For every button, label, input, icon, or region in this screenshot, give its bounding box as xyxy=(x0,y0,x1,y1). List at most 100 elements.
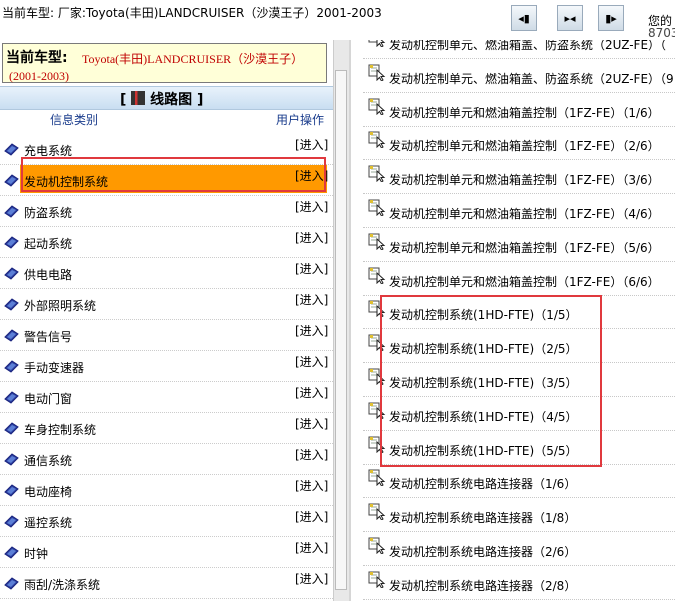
prev-page-button[interactable]: ◂▮ xyxy=(511,5,537,31)
highlight-box-category xyxy=(21,157,326,192)
bracket-close: ] xyxy=(197,92,204,108)
diagram-item[interactable]: 发动机控制单元和燃油箱盖控制（1FZ-FE）（2/6） xyxy=(355,126,675,160)
action-column-title: 用户操作 xyxy=(276,113,325,127)
book-icon xyxy=(4,205,19,218)
enter-link[interactable]: [进入] xyxy=(295,446,328,463)
diagram-item[interactable]: 发动机控制单元和燃油箱盖控制（1FZ-FE）（4/6） xyxy=(355,194,675,228)
category-label: 时钟 xyxy=(24,547,49,561)
book-icon xyxy=(4,546,19,559)
fit-page-button[interactable]: ▸◂ xyxy=(557,5,583,31)
category-label: 车身控制系统 xyxy=(24,423,97,437)
category-label: 电动座椅 xyxy=(24,485,73,499)
vehicle-info-box: 当前车型: Toyota(丰田)LANDCRUISER（沙漠王子） (2001-… xyxy=(2,43,327,83)
row-divider xyxy=(363,599,675,600)
book-icon xyxy=(4,236,19,249)
category-row[interactable]: 时钟 [进入] xyxy=(0,537,333,568)
category-panel: 当前车型: Toyota(丰田)LANDCRUISER（沙漠王子） (2001-… xyxy=(0,40,333,601)
scrollbar-thumb[interactable] xyxy=(335,70,347,590)
category-row[interactable]: 通信系统 [进入] xyxy=(0,444,333,475)
section-title: 线路图 xyxy=(150,92,193,108)
diagram-item[interactable]: 发动机控制系统电路连接器（1/8） xyxy=(355,498,675,532)
book-icon xyxy=(4,422,19,435)
enter-link[interactable]: [进入] xyxy=(295,291,328,308)
diagram-item[interactable]: 发动机控制单元和燃油箱盖控制（1FZ-FE）（6/6） xyxy=(355,262,675,296)
document-pointer-icon xyxy=(368,503,386,520)
document-pointer-icon xyxy=(368,131,386,148)
diagram-label[interactable]: 发动机控制单元、燃油箱盖、防盗系统（2UZ-FE）（ xyxy=(389,40,666,53)
enter-link[interactable]: [进入] xyxy=(295,260,328,277)
panel-divider[interactable] xyxy=(349,40,351,601)
book-icon xyxy=(4,298,19,311)
book-icon xyxy=(4,453,19,466)
document-pointer-icon xyxy=(368,165,386,182)
vehicle-label: 当前车型: xyxy=(6,50,68,66)
book-icon xyxy=(4,329,19,342)
column-header: 信息类别 用户操作 xyxy=(0,110,333,128)
section-header: [ 线路图 ] xyxy=(0,86,333,110)
category-row[interactable]: 手动变速器 [进入] xyxy=(0,351,333,382)
left-scrollbar[interactable] xyxy=(333,40,349,601)
next-page-button[interactable]: ▮▸ xyxy=(598,5,624,31)
category-row[interactable]: 车身控制系统 [进入] xyxy=(0,413,333,444)
book-icon xyxy=(4,484,19,497)
diagram-label[interactable]: 发动机控制单元和燃油箱盖控制（1FZ-FE）（6/6） xyxy=(389,273,660,290)
diagram-label[interactable]: 发动机控制单元、燃油箱盖、防盗系统（2UZ-FE）（9 xyxy=(389,70,674,87)
diagram-label[interactable]: 发动机控制系统电路连接器（2/8） xyxy=(389,577,576,594)
diagram-label[interactable]: 发动机控制单元和燃油箱盖控制（1FZ-FE）（2/6） xyxy=(389,137,660,154)
document-pointer-icon xyxy=(368,233,386,250)
enter-link[interactable]: [进入] xyxy=(295,198,328,215)
category-row[interactable]: 外部照明系统 [进入] xyxy=(0,289,333,320)
enter-link[interactable]: [进入] xyxy=(295,136,328,153)
current-vehicle-title: 当前车型: 厂家:Toyota(丰田)LANDCRUISER（沙漠王子）2001… xyxy=(2,6,382,20)
diagram-label[interactable]: 发动机控制单元和燃油箱盖控制（1FZ-FE）（5/6） xyxy=(389,239,660,256)
enter-link[interactable]: [进入] xyxy=(295,322,328,339)
diagram-label[interactable]: 发动机控制单元和燃油箱盖控制（1FZ-FE）（4/6） xyxy=(389,205,660,222)
diagram-label[interactable]: 发动机控制单元和燃油箱盖控制（1FZ-FE）（1/6） xyxy=(389,104,660,121)
book-icon xyxy=(4,577,19,590)
double-arrow-icon: ▸◂ xyxy=(564,11,576,25)
enter-link[interactable]: [进入] xyxy=(295,229,328,246)
diagram-label[interactable]: 发动机控制系统电路连接器（2/6） xyxy=(389,543,576,560)
enter-link[interactable]: [进入] xyxy=(295,539,328,556)
diagram-item[interactable]: 发动机控制系统电路连接器（2/6） xyxy=(355,532,675,566)
enter-link[interactable]: [进入] xyxy=(295,353,328,370)
diagram-item[interactable]: 发动机控制单元、燃油箱盖、防盗系统（2UZ-FE）（9 xyxy=(355,59,675,93)
category-row[interactable]: 警告信号 [进入] xyxy=(0,320,333,351)
category-row[interactable]: 电动座椅 [进入] xyxy=(0,475,333,506)
category-label: 遥控系统 xyxy=(24,516,73,530)
enter-link[interactable]: [进入] xyxy=(295,415,328,432)
diagram-item[interactable]: 发动机控制系统电路连接器（2/8） xyxy=(355,566,675,600)
category-label: 雨刮/洗涤系统 xyxy=(24,578,101,592)
document-pointer-icon xyxy=(368,199,386,216)
document-pointer-icon xyxy=(368,267,386,284)
vehicle-name: Toyota(丰田)LANDCRUISER（沙漠王子） xyxy=(82,52,304,66)
document-pointer-icon xyxy=(368,571,386,588)
diagram-item[interactable]: 发动机控制单元和燃油箱盖控制（1FZ-FE）（1/6） xyxy=(355,93,675,127)
category-row[interactable]: 遥控系统 [进入] xyxy=(0,506,333,537)
enter-link[interactable]: [进入] xyxy=(295,477,328,494)
category-row[interactable]: 起动系统 [进入] xyxy=(0,227,333,258)
category-row[interactable]: 雨刮/洗涤系统 [进入] xyxy=(0,568,333,599)
diagram-item[interactable]: 发动机控制单元、燃油箱盖、防盗系统（2UZ-FE）（ xyxy=(355,40,675,59)
row-divider xyxy=(0,598,333,599)
document-pointer-icon xyxy=(368,64,386,81)
category-row[interactable]: 防盗系统 [进入] xyxy=(0,196,333,227)
category-label: 外部照明系统 xyxy=(24,299,97,313)
diagram-label[interactable]: 发动机控制系统电路连接器（1/8） xyxy=(389,509,576,526)
user-id: 8703 xyxy=(648,26,675,40)
book-icon xyxy=(4,143,19,156)
category-row[interactable]: 供电电路 [进入] xyxy=(0,258,333,289)
diagram-label[interactable]: 发动机控制单元和燃油箱盖控制（1FZ-FE）（3/6） xyxy=(389,171,660,188)
diagram-item[interactable]: 发动机控制单元和燃油箱盖控制（1FZ-FE）（5/6） xyxy=(355,228,675,262)
category-row[interactable]: 电动门窗 [进入] xyxy=(0,382,333,413)
diagram-label[interactable]: 发动机控制系统电路连接器（1/6） xyxy=(389,475,576,492)
diagram-item[interactable]: 发动机控制系统电路连接器（1/6） xyxy=(355,464,675,498)
diagram-item[interactable]: 发动机控制单元和燃油箱盖控制（1FZ-FE）（3/6） xyxy=(355,160,675,194)
category-label: 供电电路 xyxy=(24,268,73,282)
book-icon xyxy=(4,515,19,528)
enter-link[interactable]: [进入] xyxy=(295,384,328,401)
enter-link[interactable]: [进入] xyxy=(295,570,328,587)
document-pointer-icon xyxy=(368,537,386,554)
arrow-right-icon: ◂▮ xyxy=(518,11,530,25)
enter-link[interactable]: [进入] xyxy=(295,508,328,525)
